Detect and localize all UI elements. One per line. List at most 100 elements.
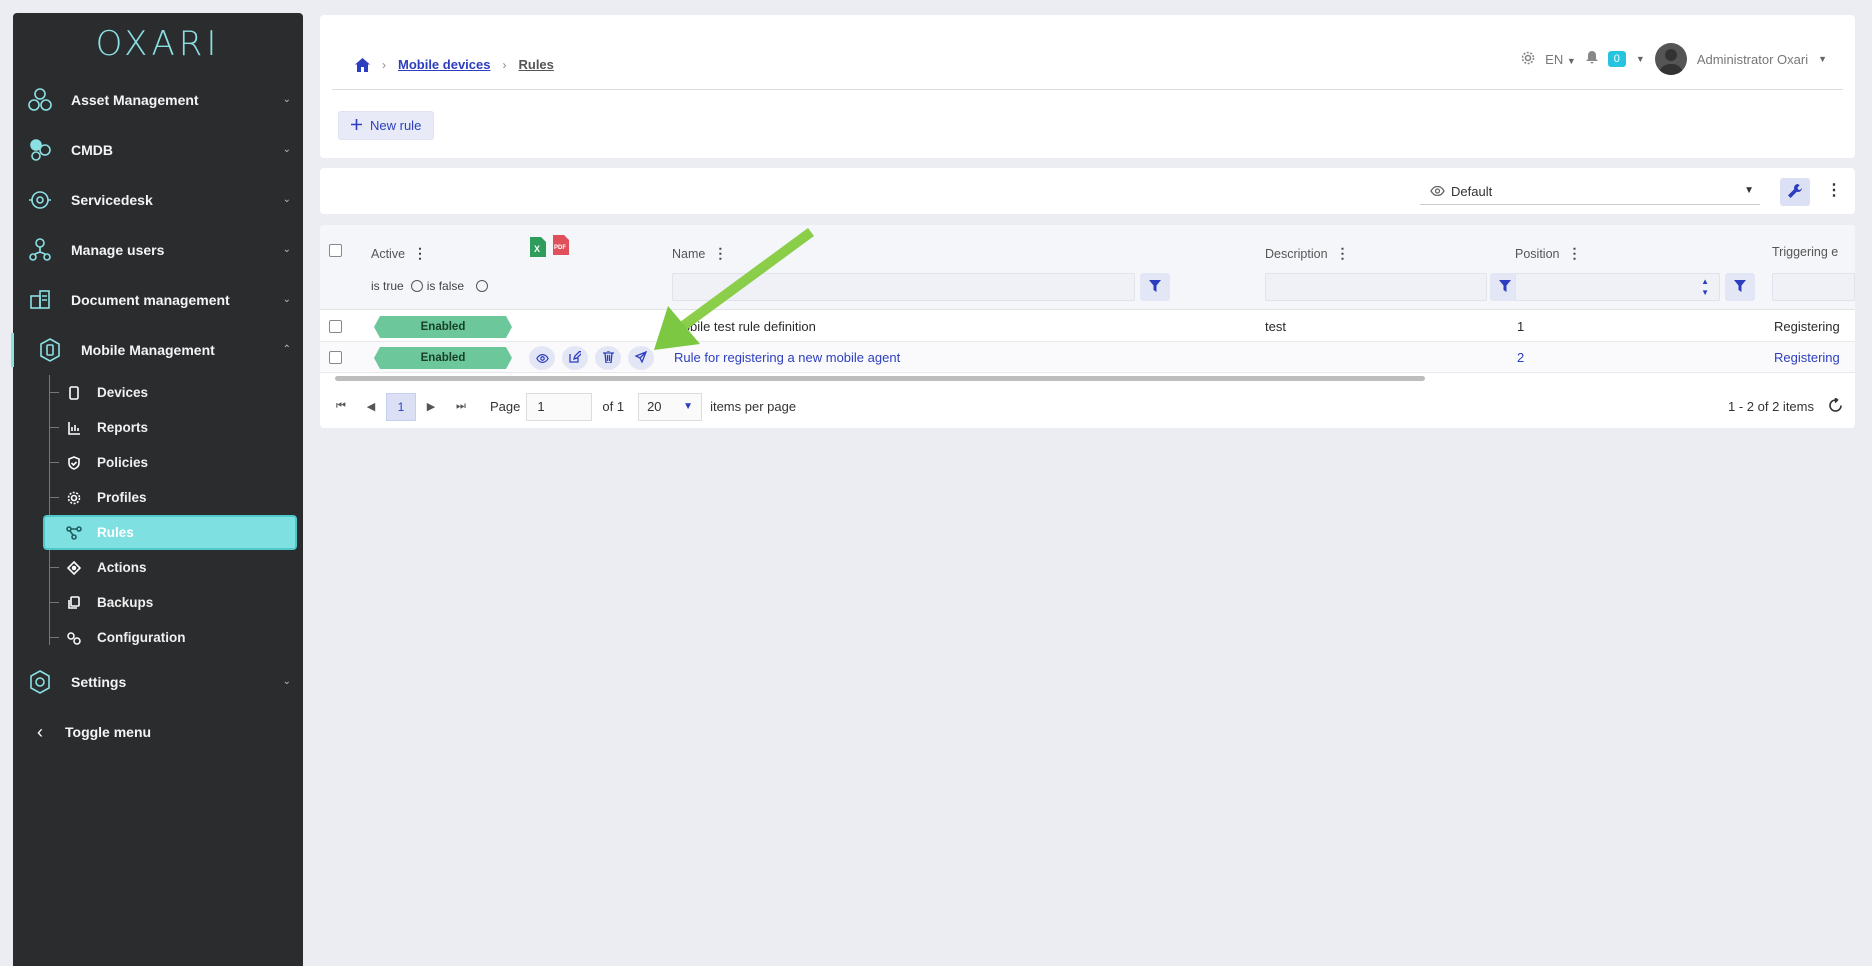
manage-users-icon xyxy=(25,235,55,265)
position-filter-input[interactable]: ▲ ▼ xyxy=(1515,273,1720,301)
next-page-icon[interactable]: ▶ xyxy=(416,393,446,421)
sidebar-item-mobile-management[interactable]: Mobile Management ⌃ xyxy=(11,325,303,375)
items-per-page-label: items per page xyxy=(710,399,797,414)
sidebar-item-servicedesk[interactable]: Servicedesk ⌄ xyxy=(13,175,303,225)
page-number-button[interactable]: 1 xyxy=(386,392,416,421)
breadcrumb-mobile-devices[interactable]: Mobile devices xyxy=(398,57,490,72)
view-select[interactable]: Default ▼ xyxy=(1420,179,1760,205)
triggering-filter-input[interactable] xyxy=(1772,273,1855,301)
settings-icon xyxy=(25,667,55,697)
column-menu-icon[interactable]: ⋮ xyxy=(713,245,727,262)
toggle-menu-label: Toggle menu xyxy=(65,724,152,740)
sidebar-item-label: Actions xyxy=(97,560,147,575)
send-button[interactable] xyxy=(628,346,654,370)
language-value: EN xyxy=(1545,51,1564,67)
shield-icon xyxy=(65,454,83,472)
actions-icon xyxy=(65,559,83,577)
position-filter-button[interactable] xyxy=(1725,273,1755,301)
column-header-position[interactable]: Position ⋮ xyxy=(1515,245,1581,262)
rule-name[interactable]: Mobile test rule definition xyxy=(672,319,816,334)
rules-icon xyxy=(65,524,83,542)
stepper-icon[interactable]: ▲ ▼ xyxy=(1701,276,1709,298)
column-header-name[interactable]: Name ⋮ xyxy=(672,245,727,262)
description-filter-input[interactable] xyxy=(1265,273,1487,301)
sidebar-item-profiles[interactable]: Profiles xyxy=(37,480,303,515)
user-name[interactable]: Administrator Oxari xyxy=(1697,52,1808,67)
sidebar-item-rules[interactable]: Rules xyxy=(43,515,297,550)
sidebar-item-actions[interactable]: Actions xyxy=(37,550,303,585)
sidebar-item-devices[interactable]: Devices xyxy=(37,375,303,410)
sidebar-item-label: Asset Management xyxy=(71,92,199,108)
language-select[interactable]: EN ▼ xyxy=(1545,52,1576,67)
grid-settings-button[interactable] xyxy=(1780,178,1810,206)
caret-down-icon[interactable]: ▼ xyxy=(1818,54,1827,64)
notification-count-badge[interactable]: 0 xyxy=(1607,51,1626,67)
column-header-triggering[interactable]: Triggering e xyxy=(1772,245,1838,259)
filter-icon xyxy=(1149,279,1161,295)
more-options-icon[interactable]: ⋮ xyxy=(1826,180,1842,200)
document-management-icon xyxy=(25,285,55,315)
eye-icon xyxy=(1430,184,1445,199)
column-menu-icon[interactable]: ⋮ xyxy=(413,245,427,262)
bell-icon[interactable] xyxy=(1585,51,1598,67)
sidebar-item-reports[interactable]: Reports xyxy=(37,410,303,445)
refresh-icon[interactable] xyxy=(1828,396,1843,416)
edit-button[interactable] xyxy=(562,346,588,370)
status-badge: Enabled xyxy=(374,316,512,338)
sidebar-item-document-management[interactable]: Document management ⌄ xyxy=(13,275,303,325)
oxari-logo[interactable]: OXARI xyxy=(13,13,303,75)
first-page-icon[interactable]: ⏮ xyxy=(326,393,356,421)
new-rule-label: New rule xyxy=(370,118,422,133)
cmdb-icon xyxy=(25,135,55,165)
column-header-active[interactable]: Active ⋮ xyxy=(371,245,427,262)
filter-true-radio[interactable] xyxy=(410,280,423,292)
sidebar-item-asset-management[interactable]: Asset Management ⌄ xyxy=(13,75,303,125)
header-divider xyxy=(332,89,1843,90)
table-row[interactable]: Enabled Rule for registering a new mobil… xyxy=(320,342,1855,373)
scrollbar-thumb[interactable] xyxy=(335,376,1425,381)
last-page-icon[interactable]: ⏭ xyxy=(446,393,476,421)
reports-icon xyxy=(65,419,83,437)
delete-button[interactable] xyxy=(595,346,621,370)
sidebar-item-label: Document management xyxy=(71,292,230,308)
name-filter-button[interactable] xyxy=(1140,273,1170,301)
export-pdf-icon[interactable]: PDF xyxy=(553,235,569,258)
page-input[interactable]: 1 xyxy=(526,392,593,421)
filter-false-radio[interactable] xyxy=(476,280,489,292)
home-icon[interactable] xyxy=(355,57,370,72)
rule-name[interactable]: Rule for registering a new mobile agent xyxy=(674,350,900,365)
items-per-page-select[interactable]: 20 ▼ xyxy=(638,392,703,421)
toggle-menu-button[interactable]: ‹ Toggle menu xyxy=(13,707,303,757)
sidebar-item-settings[interactable]: Settings ⌄ xyxy=(13,657,303,707)
select-all-checkbox[interactable] xyxy=(329,244,342,257)
column-label: Description xyxy=(1265,246,1328,261)
device-icon xyxy=(65,384,83,402)
horizontal-scrollbar[interactable] xyxy=(330,375,1845,382)
theme-gear-icon[interactable] xyxy=(1521,51,1535,68)
row-checkbox[interactable] xyxy=(329,320,342,333)
caret-down-icon[interactable]: ▼ xyxy=(1636,54,1645,64)
new-rule-button[interactable]: New rule xyxy=(338,111,435,140)
paper-plane-icon xyxy=(634,350,648,366)
sidebar-item-cmdb[interactable]: CMDB ⌄ xyxy=(13,125,303,175)
caret-down-icon: ▼ xyxy=(1566,55,1576,66)
column-label: Position xyxy=(1515,246,1560,261)
export-excel-icon[interactable]: X xyxy=(530,237,546,260)
avatar[interactable] xyxy=(1654,43,1687,75)
view-select-value: Default xyxy=(1451,184,1493,199)
column-menu-icon[interactable]: ⋮ xyxy=(1336,245,1350,262)
table-row[interactable]: Enabled Mobile test rule definition test… xyxy=(320,311,1855,342)
previous-page-icon[interactable]: ◀ xyxy=(356,393,386,421)
rule-triggering: Registering xyxy=(1774,350,1840,365)
breadcrumb-separator-icon: › xyxy=(502,57,507,72)
row-checkbox[interactable] xyxy=(329,351,342,364)
sidebar-item-configuration[interactable]: Configuration xyxy=(37,620,303,655)
column-header-description[interactable]: Description ⋮ xyxy=(1265,245,1350,262)
sidebar-item-backups[interactable]: Backups xyxy=(37,585,303,620)
sidebar-item-manage-users[interactable]: Manage users ⌄ xyxy=(13,225,303,275)
view-button[interactable] xyxy=(529,346,555,370)
name-filter-input[interactable] xyxy=(672,273,1135,301)
column-menu-icon[interactable]: ⋮ xyxy=(1567,245,1581,262)
sidebar-item-policies[interactable]: Policies xyxy=(37,445,303,480)
eye-icon xyxy=(535,351,549,366)
